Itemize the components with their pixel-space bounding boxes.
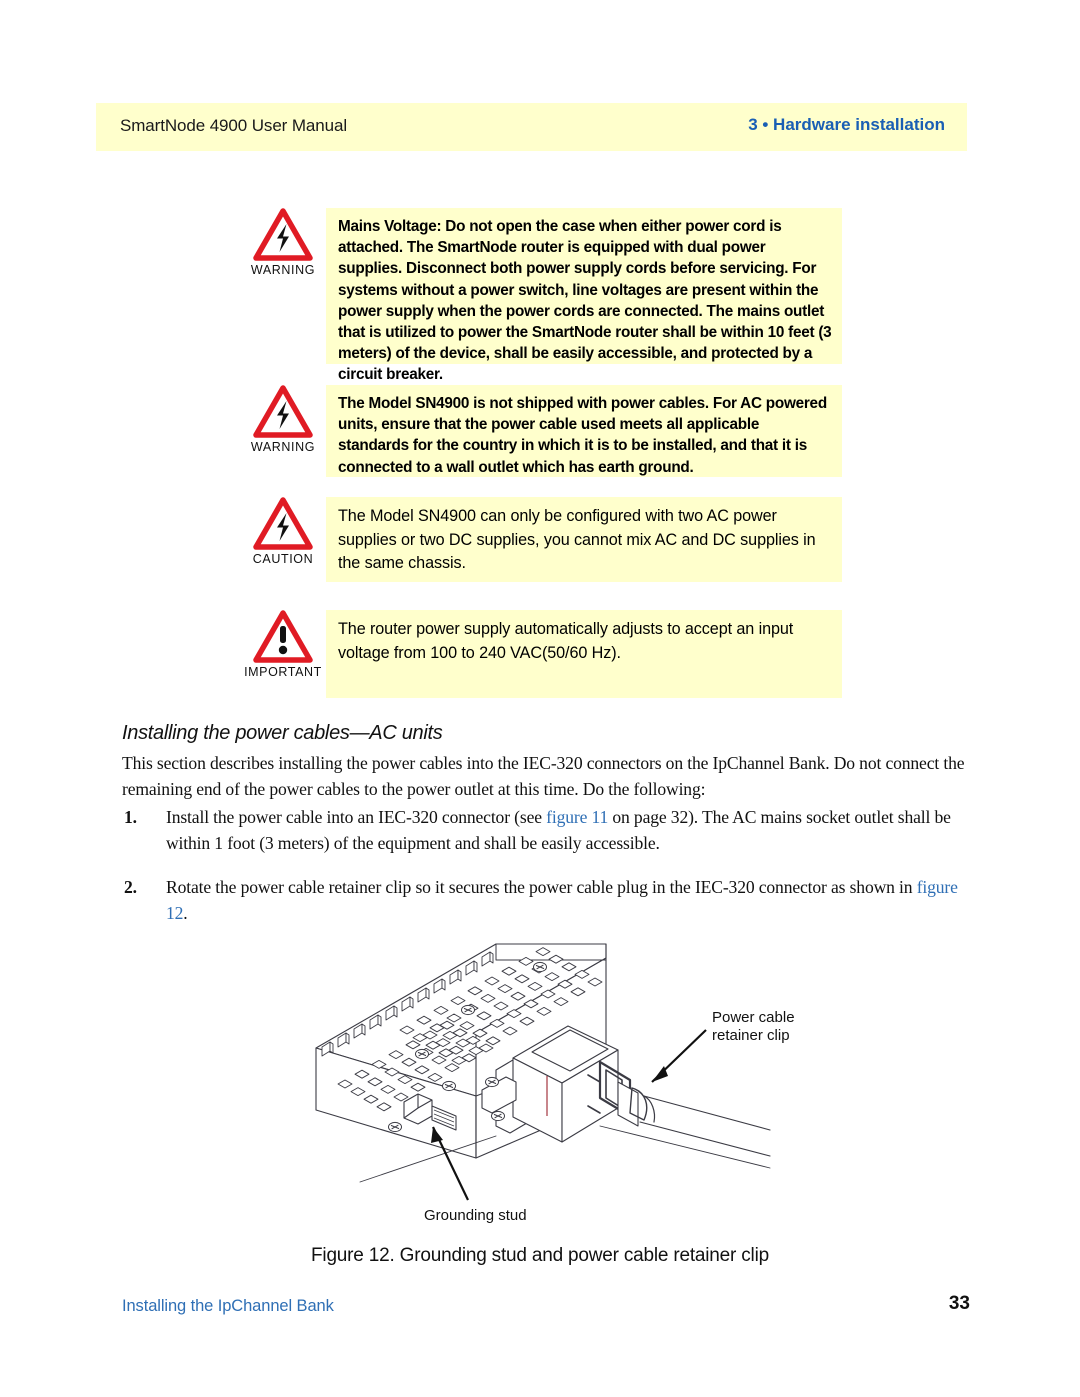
admonition-body: Mains Voltage: Do not open the case when… bbox=[326, 208, 842, 383]
admonition-label: WARNING bbox=[250, 263, 316, 277]
step-text-part2: . bbox=[183, 902, 188, 923]
admonition-label: IMPORTANT bbox=[244, 665, 322, 679]
admonition-label: WARNING bbox=[250, 440, 316, 454]
figure-11-link[interactable]: figure 11 bbox=[546, 807, 608, 827]
list-item: 1. Install the power cable into an IEC-32… bbox=[122, 805, 974, 856]
admonition-text: The Model SN4900 is not shipped with pow… bbox=[338, 395, 827, 476]
admonition-label: CAUTION bbox=[252, 552, 314, 566]
callout-retainer-line1: Power cable bbox=[712, 1009, 795, 1026]
figure-12-illustration: Power cable retainer clip Grounding stud bbox=[300, 930, 800, 1230]
list-item: 2. Rotate the power cable retainer clip s… bbox=[122, 875, 974, 926]
important-exclamation-triangle-icon: IMPORTANT bbox=[240, 610, 326, 679]
manual-title: SmartNode 4900 User Manual bbox=[120, 116, 348, 135]
step-text-part1: Rotate the power cable retainer clip so … bbox=[166, 877, 917, 897]
admonition-body: The router power supply automatically ad… bbox=[326, 610, 842, 698]
page-number: 33 bbox=[948, 1293, 970, 1314]
warning-lightning-triangle-icon: WARNING bbox=[240, 385, 326, 454]
step-number: 2. bbox=[124, 877, 137, 897]
section-intro-paragraph: This section describes installing the po… bbox=[122, 753, 965, 799]
chapter-title: 3 • Hardware installation bbox=[748, 115, 945, 134]
footer-section-label: Installing the IpChannel Bank bbox=[122, 1297, 334, 1315]
numbered-steps-list: 1. Install the power cable into an IEC-32… bbox=[122, 805, 974, 945]
admonition-text: The router power supply automatically ad… bbox=[338, 620, 794, 662]
figure-caption: Figure 12. Grounding stud and power cabl… bbox=[311, 1245, 769, 1266]
admonition-text: The Model SN4900 can only be configured … bbox=[338, 507, 816, 572]
step-text-part1: Install the power cable into an IEC-320 … bbox=[166, 807, 547, 827]
section-heading: Installing the power cables—AC units bbox=[122, 722, 443, 744]
warning-lightning-triangle-icon: WARNING bbox=[240, 208, 326, 277]
page-header-band: SmartNode 4900 User Manual 3 • Hardware … bbox=[96, 103, 967, 151]
admonition-text: Mains Voltage: Do not open the case when… bbox=[338, 218, 832, 384]
caution-lightning-triangle-icon: CAUTION bbox=[240, 497, 326, 566]
admonition-body: The Model SN4900 is not shipped with pow… bbox=[326, 385, 842, 477]
step-number: 1. bbox=[124, 807, 137, 827]
callout-retainer-line2: retainer clip bbox=[712, 1027, 790, 1044]
admonition-body: The Model SN4900 can only be configured … bbox=[326, 497, 842, 582]
callout-grounding-stud: Grounding stud bbox=[424, 1207, 527, 1224]
